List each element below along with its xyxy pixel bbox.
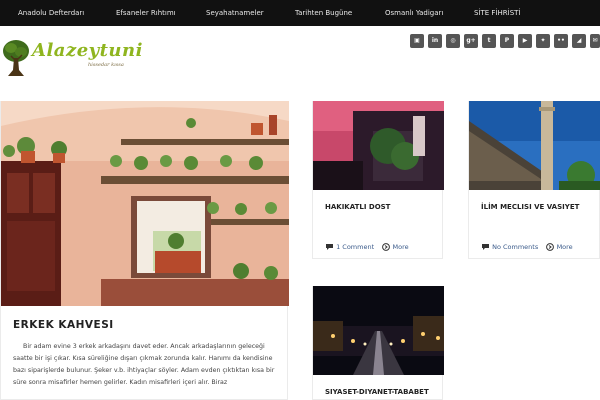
nav-item-seyahatnameler[interactable]: Seyahatnameler xyxy=(206,0,264,26)
featured-post-card: ERKEK KAHVESI Bir adam evine 3 erkek ark… xyxy=(0,101,289,400)
post-image-siyaset[interactable] xyxy=(313,286,444,375)
dribbble-icon[interactable]: ◎ xyxy=(446,34,460,48)
top-navigation: Anadolu Defterdarı Efsaneler Rıhtımı Sey… xyxy=(0,0,600,26)
post-title-siyaset[interactable]: SIYASET-DIYANET-TABABET xyxy=(325,388,429,396)
more-link[interactable]: More xyxy=(392,243,408,251)
linkedin-icon[interactable]: in xyxy=(428,34,442,48)
pinterest-icon[interactable]: P xyxy=(500,34,514,48)
more-link[interactable]: More xyxy=(557,243,573,251)
post-title-ilim-meclisi[interactable]: İLİM MECLISI VE VASIYET xyxy=(481,203,579,211)
olive-tree-icon xyxy=(3,40,29,76)
nav-item-anadolu-defterdari[interactable]: Anadolu Defterdarı xyxy=(18,0,84,26)
youtube-icon[interactable]: ▶ xyxy=(518,34,532,48)
nav-item-efsaneler-rihtimi[interactable]: Efsaneler Rıhtımı xyxy=(116,0,176,26)
post-card-hakikatli-dost: HAKIKATLI DOST 1 Comment More xyxy=(312,101,444,259)
more-icon xyxy=(546,243,555,251)
nav-item-osmanli-yadigari[interactable]: Osmanlı Yadigarı xyxy=(385,0,443,26)
post-card-siyaset: SIYASET-DIYANET-TABABET xyxy=(312,286,444,400)
featured-post-image[interactable] xyxy=(1,101,289,306)
post-image-hakikatli-dost[interactable] xyxy=(313,101,444,190)
twitter-icon[interactable]: ✦ xyxy=(536,34,550,48)
comments-link[interactable]: No Comments xyxy=(492,243,538,251)
google-plus-icon[interactable]: g+ xyxy=(464,34,478,48)
logo-tagline: hissedar kıssa xyxy=(88,62,124,68)
featured-post-title[interactable]: ERKEK KAHVESI xyxy=(13,319,114,331)
nav-item-site-fihristi[interactable]: SİTE FİHRİSTİ xyxy=(474,0,521,26)
more-icon xyxy=(382,243,391,251)
comments-link[interactable]: 1 Comment xyxy=(336,243,374,251)
comment-icon xyxy=(482,244,489,250)
post-meta-hakikatli-dost: 1 Comment More xyxy=(325,243,409,251)
email-icon[interactable]: ✉ xyxy=(590,34,600,48)
logo-text: Alazeytuni xyxy=(32,40,143,61)
post-image-ilim-meclisi[interactable] xyxy=(469,101,600,190)
nav-item-tarihten-bugune[interactable]: Tarihten Bugüne xyxy=(295,0,352,26)
tumblr-icon[interactable]: t xyxy=(482,34,496,48)
flickr-icon[interactable]: •• xyxy=(554,34,568,48)
comment-icon xyxy=(326,244,333,250)
post-meta-ilim-meclisi: No Comments More xyxy=(481,243,573,251)
featured-post-excerpt: Bir adam evine 3 erkek arkadaşını davet … xyxy=(13,343,275,386)
post-title-hakikatli-dost[interactable]: HAKIKATLI DOST xyxy=(325,203,390,211)
site-logo[interactable]: Alazeytuni hissedar kıssa xyxy=(2,38,152,78)
post-card-ilim-meclisi: İLİM MECLISI VE VASIYET No Comments More xyxy=(468,101,600,259)
instagram-icon[interactable]: ▣ xyxy=(410,34,424,48)
rss-icon[interactable]: ◢ xyxy=(572,34,586,48)
